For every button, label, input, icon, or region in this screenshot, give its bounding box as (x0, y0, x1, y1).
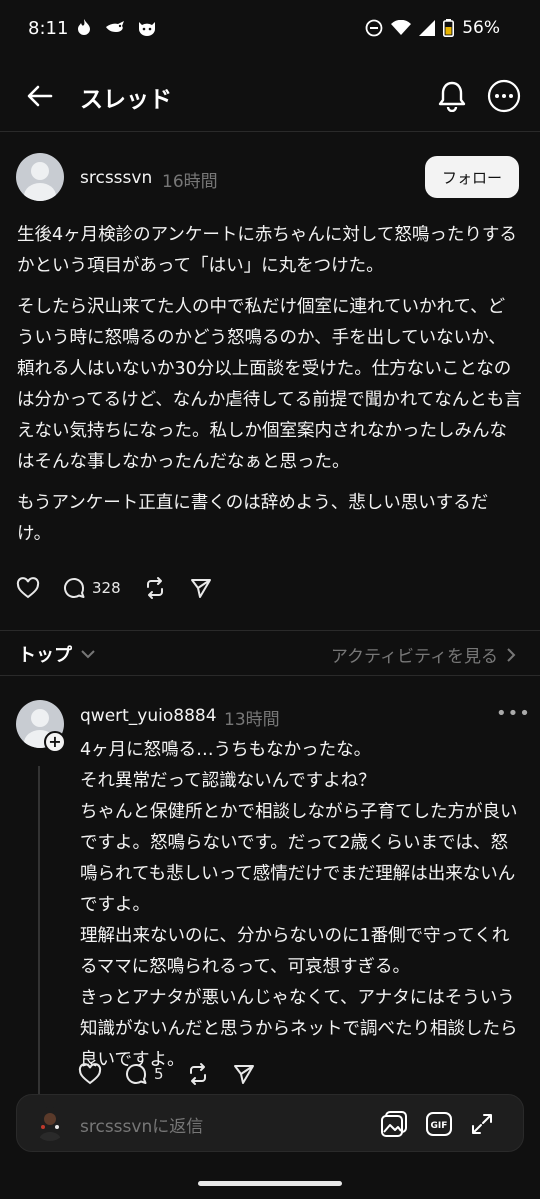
reply-actions: 5 (78, 1062, 278, 1086)
header: スレッド (0, 62, 540, 132)
reply-line: ちゃんと保健所とかで相談しながら子育てした方が良いですよ。怒鳴らないです。だって… (80, 802, 518, 915)
avatar[interactable] (16, 153, 64, 201)
reply-more-button[interactable]: ••• (496, 703, 531, 724)
cat-icon (136, 18, 158, 42)
thread-line (38, 766, 40, 1096)
comment-count: 328 (92, 579, 121, 597)
post-username[interactable]: srcsssvn (80, 168, 152, 188)
repost-icon (146, 577, 163, 599)
comment-icon (64, 578, 85, 598)
back-button[interactable] (22, 78, 58, 114)
repost-icon (189, 1063, 206, 1085)
reply-comment-count: 5 (154, 1065, 164, 1083)
view-activity-link[interactable]: アクティビティを見る (331, 642, 516, 667)
status-right: 56% (365, 18, 500, 38)
post-paragraph: もうアンケート正直に書くのは辞めよう、悲しい思いするだけ。 (17, 493, 489, 544)
reply-timestamp: 13時間 (224, 710, 280, 730)
more-horizontal-icon (487, 79, 521, 113)
share-button[interactable] (189, 576, 213, 600)
gif-button[interactable]: GIF (424, 1109, 454, 1139)
signal-icon (419, 20, 436, 36)
follow-button[interactable]: フォロー (425, 156, 519, 198)
bell-icon (438, 81, 466, 112)
comment-button[interactable]: 328 (62, 576, 121, 600)
heart-icon (78, 1063, 102, 1085)
heart-icon (16, 577, 40, 599)
reply-body: 4ヶ月に怒鳴る…うちもなかったな。 それ異常だって認識ないんですよね？ ちゃんと… (80, 735, 525, 1076)
image-attach-button[interactable] (379, 1109, 409, 1139)
arrow-left-icon (27, 85, 53, 107)
status-bar: 8:11 56% (0, 0, 540, 60)
sort-row: トップ アクティビティを見る (0, 630, 540, 676)
chevron-down-icon (81, 650, 95, 659)
dnd-icon (365, 19, 383, 37)
status-time: 8:11 (28, 18, 69, 39)
expand-button[interactable] (467, 1109, 497, 1139)
sort-label: トップ (18, 645, 72, 666)
flame-icon (76, 18, 92, 40)
activity-label: アクティビティを見る (330, 647, 498, 667)
gif-icon: GIF (426, 1112, 452, 1136)
post-body: 生後4ヶ月検診のアンケートに赤ちゃんに対して怒鳴ったりするかという項目があって「… (17, 220, 522, 560)
wifi-icon (391, 20, 412, 36)
page-title: スレッド (80, 87, 172, 113)
my-avatar (33, 1107, 67, 1141)
image-icon (381, 1111, 407, 1137)
send-icon (190, 579, 211, 598)
sort-dropdown[interactable]: トップ (18, 641, 96, 667)
like-button[interactable] (16, 577, 40, 599)
post-paragraph: 生後4ヶ月検診のアンケートに赤ちゃんに対して怒鳴ったりするかという項目があって「… (17, 225, 517, 276)
comment-icon (126, 1064, 147, 1084)
reply-username[interactable]: qwert_yuio8884 (80, 706, 217, 726)
home-indicator[interactable] (198, 1181, 342, 1186)
battery-percent: 56% (462, 18, 500, 38)
post-timestamp: 16時間 (162, 172, 218, 192)
reply-input-placeholder[interactable]: srcsssvnに返信 (80, 1112, 203, 1137)
svg-text:GIF: GIF (431, 1121, 448, 1131)
reply-line: それ異常だって認識ないんですよね？ (80, 771, 376, 791)
repost-button[interactable] (143, 576, 167, 600)
reply-like-button[interactable] (78, 1063, 102, 1085)
reply-repost-button[interactable] (186, 1062, 210, 1086)
notifications-button[interactable] (432, 76, 472, 116)
bird-icon (104, 18, 128, 40)
post-actions: 328 (16, 576, 235, 600)
follow-plus-icon[interactable]: + (44, 731, 66, 753)
reply-composer[interactable]: srcsssvnに返信 GIF (16, 1094, 524, 1152)
reply-line: 4ヶ月に怒鳴る…うちもなかったな。 (80, 740, 372, 760)
chevron-right-icon (507, 647, 516, 662)
post-paragraph: そしたら沢山来てた人の中で私だけ個室に連れていかれて、どういう時に怒鳴るのかどう… (17, 297, 522, 472)
more-options-button[interactable] (484, 76, 524, 116)
send-icon (233, 1065, 254, 1084)
expand-icon (472, 1114, 492, 1134)
reply-share-button[interactable] (232, 1062, 256, 1086)
battery-icon (443, 19, 455, 37)
reply-line: 理解出来ないのに、分からないのに1番側で守ってくれるママに怒鳴られるって、可哀想… (80, 926, 510, 977)
reply-comment-button[interactable]: 5 (124, 1062, 164, 1086)
